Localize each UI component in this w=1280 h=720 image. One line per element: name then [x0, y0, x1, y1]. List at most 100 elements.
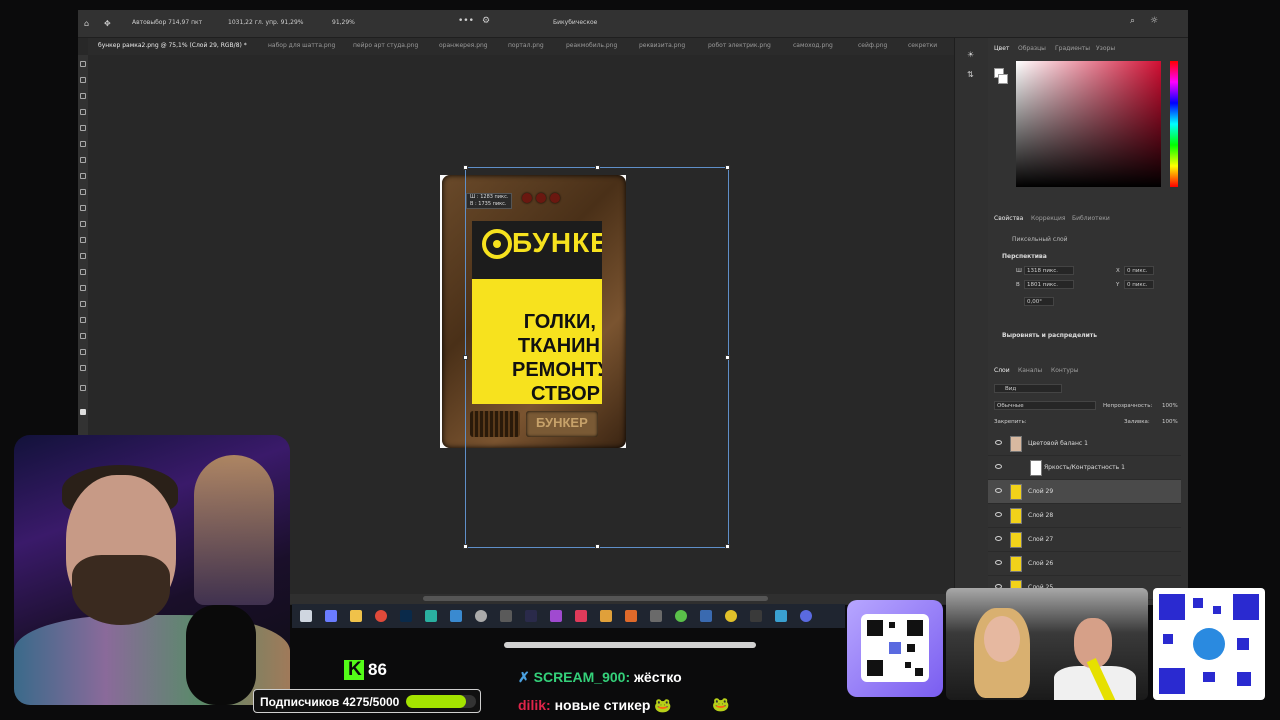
- tab-shatt[interactable]: набор для шатта.png: [268, 42, 335, 49]
- lightbulb-icon[interactable]: ☼: [1150, 16, 1158, 26]
- hand-tool-icon[interactable]: [80, 349, 86, 355]
- color-picker-field[interactable]: [1016, 61, 1161, 187]
- layer-row[interactable]: Слой 26: [988, 552, 1181, 576]
- app-icon[interactable]: [725, 610, 737, 622]
- background-swatch[interactable]: [998, 74, 1008, 84]
- app-icon[interactable]: [700, 610, 712, 622]
- layer-row[interactable]: Яркость/Контрастность 1: [988, 456, 1181, 480]
- height-field[interactable]: 1801 пикс.: [1024, 280, 1074, 289]
- brush-tool-icon[interactable]: [80, 173, 86, 179]
- obs-icon[interactable]: [475, 610, 487, 622]
- layer-row[interactable]: Слой 28: [988, 504, 1181, 528]
- visibility-eye-icon[interactable]: [995, 440, 1002, 445]
- transform-handle[interactable]: [725, 355, 730, 360]
- tab-libraries[interactable]: Библиотеки: [1072, 215, 1110, 222]
- transform-handle[interactable]: [725, 165, 730, 170]
- app-icon[interactable]: [750, 610, 762, 622]
- more-tools-icon[interactable]: [80, 385, 86, 391]
- autoselect-checkbox[interactable]: Автовыбор 714,97 пкт: [132, 19, 202, 26]
- tab-color[interactable]: Цвет: [994, 45, 1009, 52]
- visibility-eye-icon[interactable]: [995, 512, 1002, 517]
- magic-wand-icon[interactable]: [80, 109, 86, 115]
- tab-reakmobile[interactable]: реакмобиль.png: [566, 42, 617, 49]
- lasso-tool-icon[interactable]: [80, 93, 86, 99]
- tab-props[interactable]: реквизита.png: [639, 42, 685, 49]
- tab-robot[interactable]: робот электрик.png: [708, 42, 771, 49]
- eyedropper-icon[interactable]: [80, 141, 86, 147]
- dodge-tool-icon[interactable]: [80, 269, 86, 275]
- app-icon[interactable]: [425, 610, 437, 622]
- move-tool-icon[interactable]: [80, 61, 86, 67]
- stamp-tool-icon[interactable]: [80, 189, 86, 195]
- search-icon[interactable]: ⌕: [1130, 16, 1135, 26]
- zoom-tool-icon[interactable]: [80, 365, 86, 371]
- tab-art-studio[interactable]: пейро арт студа.png: [353, 42, 418, 49]
- tab-portal[interactable]: портал.png: [508, 42, 544, 49]
- history-icon[interactable]: ☀: [967, 50, 974, 59]
- app-icon[interactable]: [525, 610, 537, 622]
- angle-field[interactable]: 0,00°: [1024, 297, 1054, 306]
- type-tool-icon[interactable]: [80, 301, 86, 307]
- visibility-eye-icon[interactable]: [995, 464, 1002, 469]
- app-icon[interactable]: [500, 610, 512, 622]
- transform-handle[interactable]: [463, 544, 468, 549]
- align-header[interactable]: Выровнять и распределить: [1002, 332, 1097, 339]
- tab-channels[interactable]: Каналы: [1018, 367, 1042, 374]
- tab-bunker[interactable]: бункер рамка2.png @ 75,1% (Слой 29, RGB/…: [98, 42, 247, 49]
- tab-properties[interactable]: Свойства: [994, 215, 1023, 222]
- app-icon[interactable]: [575, 610, 587, 622]
- adjustments-icon[interactable]: ⇅: [967, 70, 974, 79]
- scroll-thumb[interactable]: [423, 596, 768, 601]
- tab-swatches[interactable]: Образцы: [1018, 45, 1046, 52]
- layer-filter-select[interactable]: Вид: [994, 384, 1062, 393]
- tab-patterns[interactable]: Узоры: [1096, 45, 1115, 52]
- transform-handle[interactable]: [595, 544, 600, 549]
- home-icon[interactable]: ⌂: [84, 19, 89, 28]
- foreground-color-swatch[interactable]: [80, 409, 86, 415]
- more-icon[interactable]: •••: [458, 16, 474, 26]
- layer-row[interactable]: Слой 27: [988, 528, 1181, 552]
- apps-grid-icon[interactable]: [325, 610, 337, 622]
- gradient-tool-icon[interactable]: [80, 237, 86, 243]
- crop-tool-icon[interactable]: [80, 125, 86, 131]
- app-icon[interactable]: [450, 610, 462, 622]
- vlc-icon[interactable]: [625, 610, 637, 622]
- layer-row-selected[interactable]: Слой 29: [988, 480, 1181, 504]
- eraser-icon[interactable]: [80, 221, 86, 227]
- percent-field[interactable]: 91,29%: [332, 19, 355, 26]
- tab-greenhouse[interactable]: оранжерея.png: [439, 42, 488, 49]
- app-icon[interactable]: [600, 610, 612, 622]
- healing-brush-icon[interactable]: [80, 157, 86, 163]
- pen-tool-icon[interactable]: [80, 285, 86, 291]
- transform-handle[interactable]: [463, 355, 468, 360]
- scale-field[interactable]: 1031,22 гл. упр. 91,29%: [228, 19, 304, 26]
- history-brush-icon[interactable]: [80, 205, 86, 211]
- tab-gradients[interactable]: Градиенты: [1055, 45, 1090, 52]
- gear-icon[interactable]: ⚙: [482, 16, 490, 26]
- shape-tool-icon[interactable]: [80, 333, 86, 339]
- tab-secrets[interactable]: секретки: [908, 42, 937, 49]
- path-select-icon[interactable]: [80, 317, 86, 323]
- opacity-value[interactable]: 100%: [1162, 403, 1178, 409]
- transform-handle[interactable]: [725, 544, 730, 549]
- tab-safe[interactable]: сейф.png: [858, 42, 887, 49]
- chrome-icon[interactable]: [375, 610, 387, 622]
- app-icon[interactable]: [775, 610, 787, 622]
- app-icon[interactable]: [550, 610, 562, 622]
- visibility-eye-icon[interactable]: [995, 536, 1002, 541]
- tab-samokhod[interactable]: самоход.png: [793, 42, 833, 49]
- move-tool-icon[interactable]: ✥: [104, 19, 111, 28]
- blend-mode-select[interactable]: Обычные: [994, 401, 1096, 410]
- fill-value[interactable]: 100%: [1162, 419, 1178, 425]
- hue-slider[interactable]: [1170, 61, 1178, 187]
- marquee-tool-icon[interactable]: [80, 77, 86, 83]
- interpolation-select[interactable]: Бикубическое: [553, 19, 597, 26]
- visibility-eye-icon[interactable]: [995, 488, 1002, 493]
- tab-corrections[interactable]: Коррекция: [1031, 215, 1065, 222]
- app-icon[interactable]: [650, 610, 662, 622]
- tab-paths[interactable]: Контуры: [1051, 367, 1078, 374]
- visibility-eye-icon[interactable]: [995, 560, 1002, 565]
- layer-row[interactable]: Цветовой баланс 1: [988, 432, 1181, 456]
- y-field[interactable]: 0 пикс.: [1124, 280, 1154, 289]
- photoshop-icon[interactable]: [400, 610, 412, 622]
